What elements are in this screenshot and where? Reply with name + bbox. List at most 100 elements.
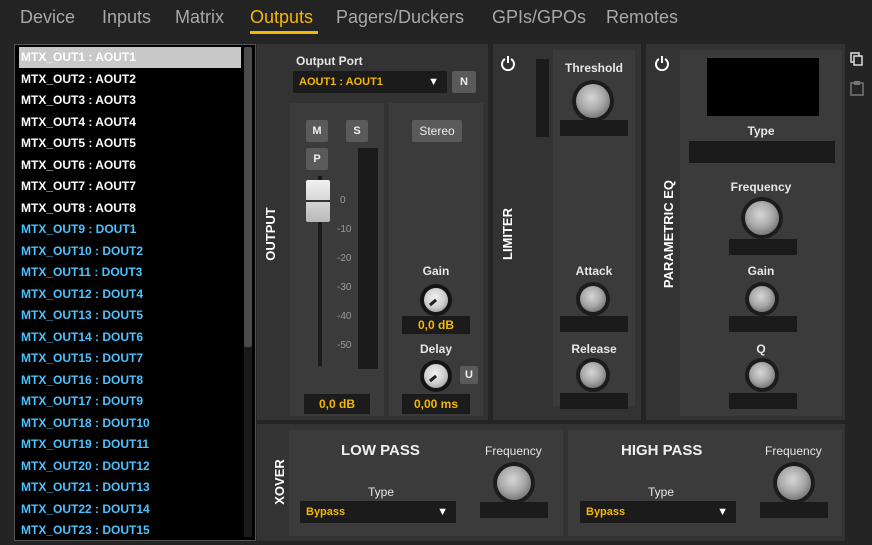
list-item[interactable]: MTX_OUT19 : DOUT11: [19, 434, 149, 455]
low-pass-frequency-knob[interactable]: [497, 466, 531, 500]
high-pass-frequency-knob[interactable]: [777, 466, 811, 500]
mute-button[interactable]: M: [306, 120, 328, 142]
tab-bar: Device Inputs Matrix Outputs Pagers/Duck…: [0, 0, 872, 38]
n-button[interactable]: N: [452, 71, 476, 93]
high-pass-type-value: Bypass: [586, 506, 626, 518]
low-pass-frequency-value: [480, 502, 548, 518]
gain-label: Gain: [422, 264, 450, 278]
outputs-screen: Device Inputs Matrix Outputs Pagers/Duck…: [0, 0, 872, 545]
tab-remotes[interactable]: Remotes: [606, 7, 678, 28]
list-item[interactable]: MTX_OUT22 : DOUT14: [19, 499, 150, 520]
low-pass-frequency-label: Frequency: [485, 444, 542, 458]
release-knob[interactable]: [580, 362, 606, 388]
list-item[interactable]: MTX_OUT8 : AOUT8: [19, 198, 136, 219]
fader-tick: -50: [337, 340, 352, 351]
high-pass-type-select[interactable]: Bypass ▼: [580, 501, 736, 523]
attack-knob[interactable]: [580, 286, 606, 312]
gain-value: 0,0 dB: [402, 316, 470, 334]
low-pass-title: LOW PASS: [341, 442, 420, 459]
power-icon[interactable]: [500, 55, 516, 71]
fader-tick: 0: [340, 195, 346, 206]
list-item[interactable]: MTX_OUT20 : DOUT12: [19, 456, 150, 477]
u-button[interactable]: U: [460, 366, 478, 384]
peq-gain-label: Gain: [747, 264, 775, 278]
peq-q-label: Q: [756, 342, 766, 356]
list-item[interactable]: MTX_OUT12 : DOUT4: [19, 284, 143, 305]
limiter-meter: [536, 59, 549, 137]
volume-fader-handle[interactable]: [306, 180, 330, 222]
output-channel-list[interactable]: MTX_OUT1 : AOUT1 MTX_OUT2 : AOUT2 MTX_OU…: [14, 44, 256, 541]
polarity-button[interactable]: P: [306, 148, 328, 170]
gain-knob[interactable]: [424, 288, 448, 312]
high-pass-type-label: Type: [648, 485, 675, 499]
peq-type-select[interactable]: [689, 141, 835, 163]
output-section-label: OUTPUT: [263, 207, 278, 261]
tab-outputs[interactable]: Outputs: [250, 7, 313, 28]
scroll-thumb[interactable]: [244, 47, 252, 347]
peq-frequency-knob[interactable]: [745, 201, 779, 235]
high-pass-frequency-value: [760, 502, 828, 518]
tab-device[interactable]: Device: [20, 7, 75, 28]
high-pass-title: HIGH PASS: [621, 442, 703, 459]
output-port-label: Output Port: [296, 54, 363, 68]
fader-tick: -30: [337, 282, 352, 293]
list-item[interactable]: MTX_OUT21 : DOUT13: [19, 477, 150, 498]
release-label: Release: [571, 342, 617, 356]
list-item[interactable]: MTX_OUT17 : DOUT9: [19, 391, 143, 412]
list-item[interactable]: MTX_OUT18 : DOUT10: [19, 413, 150, 434]
list-item[interactable]: MTX_OUT7 : AOUT7: [19, 176, 136, 197]
list-item[interactable]: MTX_OUT1 : AOUT1: [19, 47, 241, 68]
threshold-value: [560, 120, 628, 136]
high-pass-frequency-label: Frequency: [765, 444, 822, 458]
delay-value: 0,00 ms: [402, 394, 470, 414]
stereo-button[interactable]: Stereo: [412, 120, 462, 142]
list-item[interactable]: MTX_OUT13 : DOUT5: [19, 305, 143, 326]
threshold-label: Threshold: [564, 61, 623, 75]
list-item[interactable]: MTX_OUT4 : AOUT4: [19, 112, 136, 133]
list-item[interactable]: MTX_OUT23 : DOUT15: [19, 520, 150, 540]
chevron-down-icon: ▼: [428, 76, 439, 88]
list-item[interactable]: MTX_OUT16 : DOUT8: [19, 370, 143, 391]
limiter-section-label: LIMITER: [500, 208, 515, 260]
list-item[interactable]: MTX_OUT3 : AOUT3: [19, 90, 136, 111]
attack-label: Attack: [575, 264, 613, 278]
delay-label: Delay: [419, 342, 453, 356]
fader-value: 0,0 dB: [304, 394, 370, 414]
level-meter: [358, 148, 378, 369]
power-icon[interactable]: [654, 55, 670, 71]
list-item[interactable]: MTX_OUT5 : AOUT5: [19, 133, 136, 154]
chevron-down-icon: ▼: [717, 506, 728, 518]
tab-inputs[interactable]: Inputs: [102, 7, 151, 28]
attack-value: [560, 316, 628, 332]
peq-q-value: [729, 393, 797, 409]
peq-type-label: Type: [747, 124, 775, 138]
list-item[interactable]: MTX_OUT10 : DOUT2: [19, 241, 143, 262]
peq-section-label: PARAMETRIC EQ: [661, 179, 676, 289]
list-item[interactable]: MTX_OUT9 : DOUT1: [19, 219, 136, 240]
delay-knob[interactable]: [424, 364, 448, 388]
output-port-select[interactable]: AOUT1 : AOUT1 ▼: [293, 71, 447, 93]
list-item[interactable]: MTX_OUT15 : DOUT7: [19, 348, 143, 369]
peq-frequency-value: [729, 239, 797, 255]
active-tab-indicator: [250, 31, 318, 34]
peq-q-knob[interactable]: [749, 362, 775, 388]
peq-gain-value: [729, 316, 797, 332]
copy-icon[interactable]: [850, 52, 864, 66]
tab-pagers-duckers[interactable]: Pagers/Duckers: [336, 7, 464, 28]
peq-gain-knob[interactable]: [749, 286, 775, 312]
fader-tick: -10: [337, 224, 352, 235]
list-scrollbar[interactable]: [244, 47, 252, 537]
list-item[interactable]: MTX_OUT14 : DOUT6: [19, 327, 143, 348]
output-port-value: AOUT1 : AOUT1: [299, 76, 383, 88]
list-item[interactable]: MTX_OUT6 : AOUT6: [19, 155, 136, 176]
low-pass-type-value: Bypass: [306, 506, 346, 518]
tab-matrix[interactable]: Matrix: [175, 7, 224, 28]
solo-button[interactable]: S: [346, 120, 368, 142]
low-pass-type-select[interactable]: Bypass ▼: [300, 501, 456, 523]
list-item[interactable]: MTX_OUT11 : DOUT3: [19, 262, 142, 283]
xover-section-label: XOVER: [272, 459, 287, 505]
list-item[interactable]: MTX_OUT2 : AOUT2: [19, 69, 136, 90]
tab-gpis-gpos[interactable]: GPIs/GPOs: [492, 7, 586, 28]
threshold-knob[interactable]: [576, 84, 610, 118]
paste-icon[interactable]: [850, 80, 864, 96]
